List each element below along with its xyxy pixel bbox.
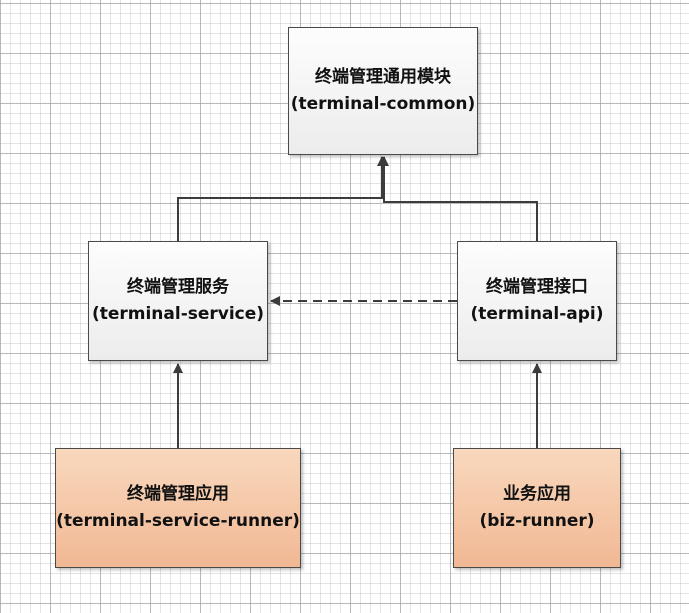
node-title: 业务应用 [503,484,571,504]
node-terminal-service[interactable]: 终端管理服务 (terminal-service) [88,241,268,361]
node-title: 终端管理通用模块 [315,67,451,87]
node-module-name: (terminal-service) [91,304,265,324]
node-module-name: (biz-runner) [479,511,595,531]
node-terminal-api[interactable]: 终端管理接口 (terminal-api) [457,241,617,361]
node-biz-runner[interactable]: 业务应用 (biz-runner) [453,448,621,568]
node-module-name: (terminal-api) [470,304,604,324]
node-module-name: (terminal-common) [290,94,476,114]
edge-service-to-common [177,156,387,241]
node-module-name: (terminal-service-runner) [56,511,300,531]
node-title: 终端管理接口 [486,277,588,297]
edge-api-to-common [379,156,538,241]
node-terminal-common[interactable]: 终端管理通用模块 (terminal-common) [288,27,478,155]
node-title: 终端管理应用 [127,484,229,504]
node-title: 终端管理服务 [127,277,229,297]
node-terminal-service-runner[interactable]: 终端管理应用 (terminal-service-runner) [55,448,301,568]
